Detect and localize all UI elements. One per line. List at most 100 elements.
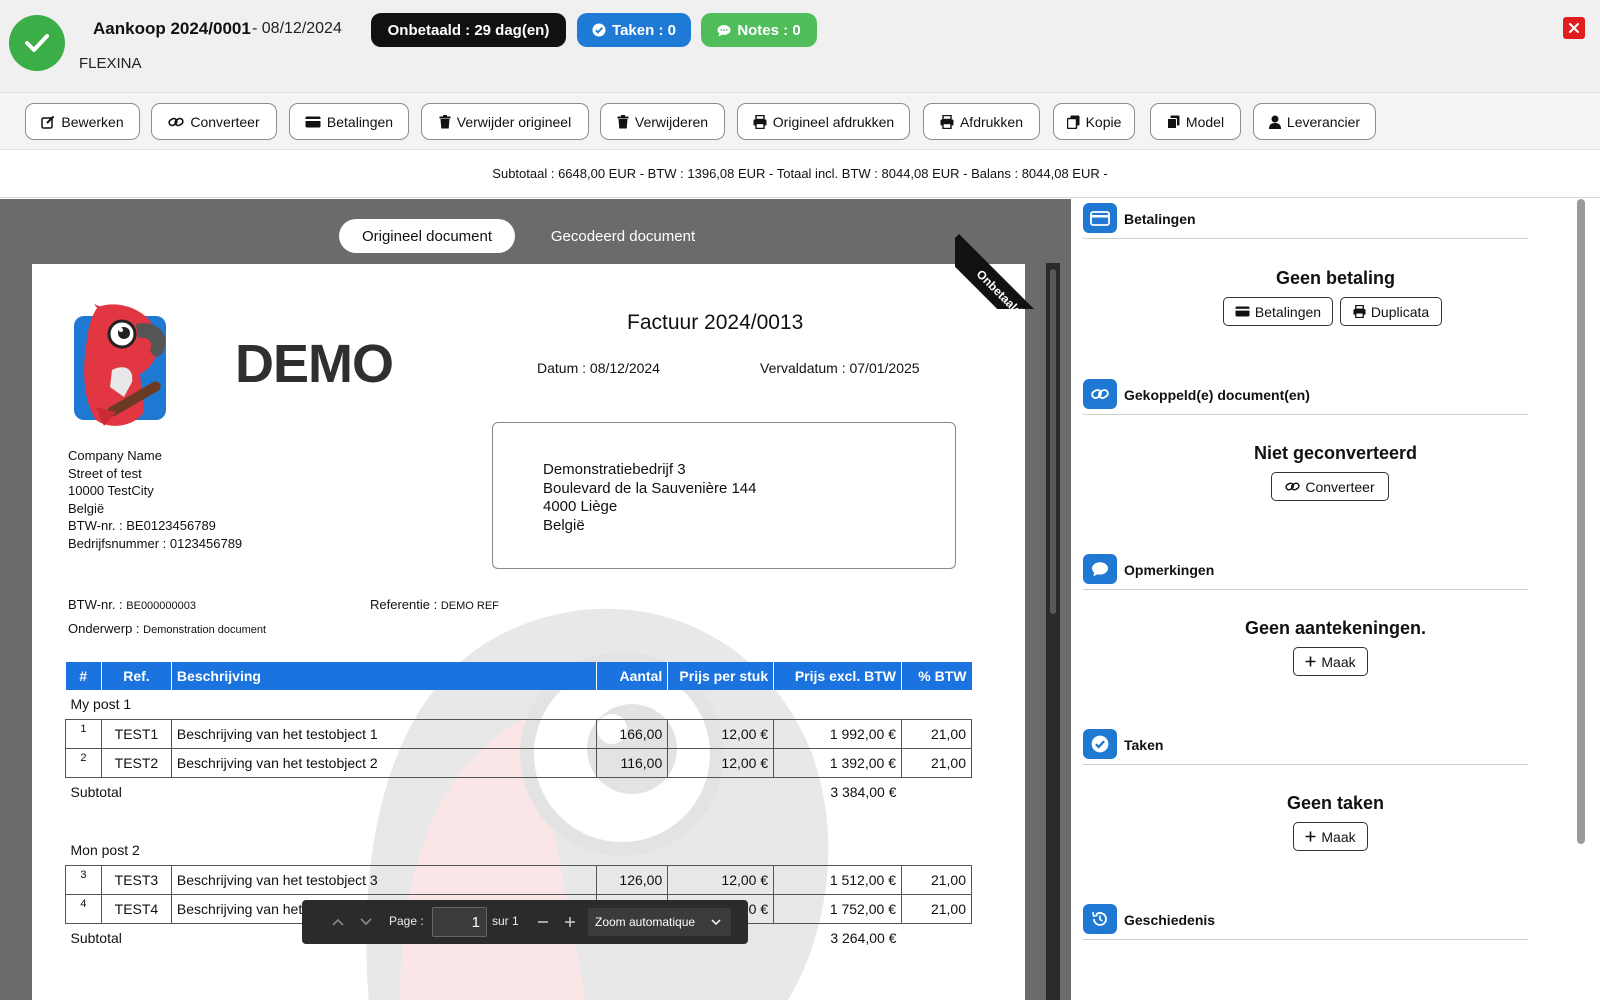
cell-price-excl: 1 992,00 € [773,718,902,749]
subtotal-value: 3 264,00 € [830,929,897,946]
reference-label: Referentie : [370,597,441,612]
notes-badge-label: Notes : 0 [737,21,801,39]
invoice-date: Datum : 08/12/2024 [537,360,660,376]
zoom-out-button[interactable] [533,912,553,932]
trash-icon [439,114,451,128]
cell-description: Beschrijving van het testobject 2 [170,747,598,778]
comment-icon [717,24,731,36]
delete-button[interactable]: Verwijderen [600,103,725,140]
plus-icon [1305,656,1316,667]
tasks-badge-label: Taken : 0 [612,21,676,39]
section-tasks-header: Taken [1083,729,1528,765]
zoom-in-button[interactable] [560,912,580,932]
cell-vat: 21,00 [900,893,973,924]
subject-value: Demonstration document [143,624,267,636]
cell-unit-price: 12,00 € [667,718,775,749]
cell-quantity: 166,00 [596,718,669,749]
linked-empty-text: Niet geconverteerd [1253,443,1418,463]
trash-icon [617,114,629,128]
print-original-button[interactable]: Origineel afdrukken [737,103,910,140]
document-date: - 08/12/2024 [252,20,342,37]
create-task-button-label: Maak [1321,828,1356,845]
column-header: % BTW [900,662,972,690]
printer-icon [753,114,767,129]
cell-number: 4 [65,893,102,924]
address-line: 4000 Liège [543,498,618,515]
page-label: Page : [389,914,424,928]
column-header: Ref. [100,662,172,690]
print-button[interactable]: Afdrukken [923,103,1040,140]
notes-badge[interactable]: Notes : 0 [701,13,817,47]
section-title: Taken [1124,737,1164,753]
table-row: 3 TEST3 Beschrijving van het testobject … [65,864,973,895]
subtotal-label: Subtotal [70,783,122,800]
page-number-input[interactable] [432,907,487,937]
side-panel-scrollbar[interactable] [1577,199,1585,844]
section-title: Opmerkingen [1124,562,1215,578]
cell-price-excl: 1 392,00 € [773,747,902,778]
supplier-button[interactable]: Leverancier [1253,103,1376,140]
company-line: Bedrijfsnummer : 0123456789 [68,535,243,551]
tasks-empty-text: Geen taken [1286,793,1385,813]
cell-ref: TEST1 [100,718,172,749]
payments-button[interactable]: Betalingen [289,103,409,140]
unpaid-badge: Onbetaald : 29 dag(en) [371,13,566,47]
link-icon [1083,379,1117,409]
column-header: Aantal [596,662,668,690]
delete-original-button[interactable]: Verwijder origineel [421,103,589,140]
payments-button[interactable]: Betalingen [1223,297,1333,326]
copy-button[interactable]: Kopie [1053,103,1135,140]
previous-page-button[interactable] [328,912,348,932]
link-icon [168,117,185,126]
viewer-scrollbar[interactable] [1046,263,1060,1000]
column-header: Beschrijving [170,662,597,690]
printer-icon [940,114,954,129]
edit-button-label: Bewerken [61,113,124,130]
viewer-scrollbar-thumb[interactable] [1050,269,1056,614]
invoice-title: Factuur 2024/0013 [627,311,804,334]
check-circle-icon [1083,729,1117,759]
printer-icon [1353,305,1366,318]
status-check-icon [9,15,65,71]
unpaid-ribbon: Onbetaald [955,209,1055,309]
close-button[interactable] [1563,17,1585,39]
create-task-button[interactable]: Maak [1293,822,1368,851]
next-page-button[interactable] [356,912,376,932]
vat-value: BE000000003 [126,600,196,612]
tab-original-document[interactable]: Origineel document [339,219,515,253]
chevron-up-icon [332,918,344,926]
cell-ref: TEST3 [100,864,172,895]
section-notes-header: Opmerkingen [1083,554,1528,590]
invoice-due-date: Vervaldatum : 07/01/2025 [760,360,920,376]
address-line: België [543,516,585,534]
edit-button[interactable]: Bewerken [25,103,140,140]
print-original-button-label: Origineel afdrukken [772,113,895,130]
convert-button-label: Converteer [1305,478,1375,495]
chevron-down-icon [360,918,372,926]
logo-wordmark: DEMO [235,334,394,394]
company-logo: DEMO [74,302,394,432]
convert-button[interactable]: Converteer [1271,472,1389,501]
create-note-button[interactable]: Maak [1293,647,1368,676]
section-title: Betalingen [1124,211,1196,227]
company-line: België [68,500,105,516]
plus-icon [565,917,575,927]
cell-unit-price: 12,00 € [667,747,775,778]
company-line: BTW-nr. : BE0123456789 [68,518,216,533]
cell-price-excl: 1 752,00 € [773,893,902,924]
duplicate-button[interactable]: Duplicata [1340,297,1442,326]
section-title: Geschiedenis [1124,912,1216,928]
convert-button-label: Converteer [190,113,260,130]
zoom-select[interactable]: Zoom automatique [588,908,731,936]
table-header-row: # Ref. Beschrijving Aantal Prijs per stu… [65,662,972,690]
edit-icon [41,115,55,129]
pdf-toolbar: Page : sur 1 Zoom automatique [302,900,748,944]
cell-price-excl: 1 512,00 € [773,864,902,895]
cell-vat: 21,00 [900,718,973,749]
reference: Referentie : DEMO REF [370,597,499,612]
tasks-badge[interactable]: Taken : 0 [577,13,691,47]
column-header: # [65,662,102,690]
convert-button[interactable]: Converteer [151,103,277,140]
tab-coded-document[interactable]: Gecodeerd document [532,219,714,253]
model-button[interactable]: Model [1150,103,1241,140]
